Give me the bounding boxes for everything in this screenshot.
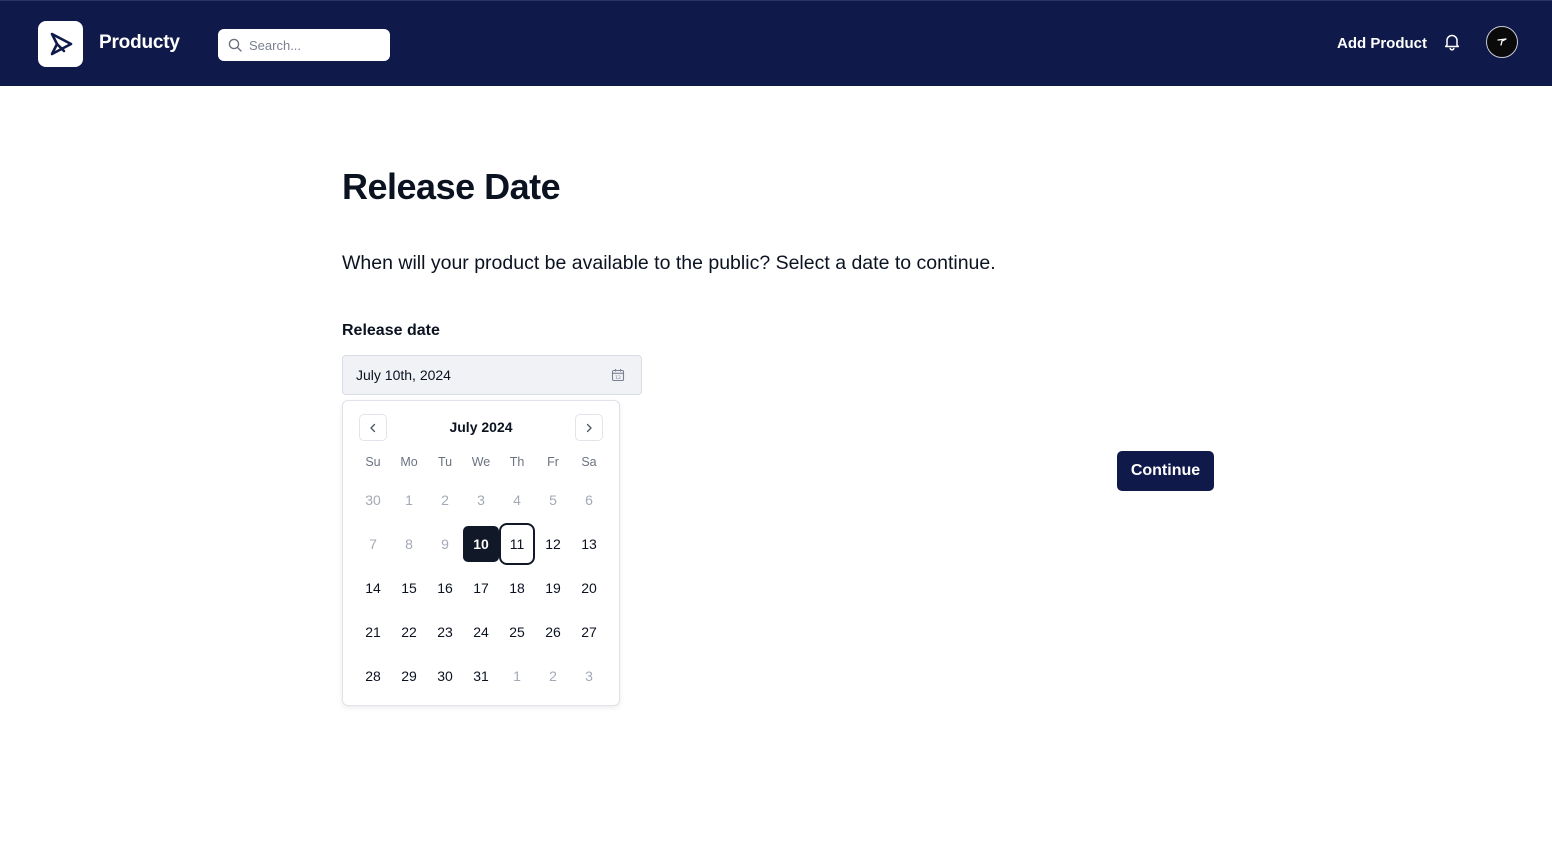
weekday-header: Su Mo Tu We Th Fr Sa: [355, 455, 607, 469]
calendar-day[interactable]: 18: [499, 566, 535, 610]
calendar-day[interactable]: 12: [535, 522, 571, 566]
search-input[interactable]: [249, 37, 379, 53]
calendar-day-number: 30: [365, 492, 381, 508]
search-icon: [228, 38, 242, 52]
calendar-days-grid: 30 1 2 3 4 5 6 7 8 9 10 11 12 13 14 15 16 17 18 19 20 21 22 23 2…: [355, 478, 607, 698]
calendar-day[interactable]: 2: [427, 478, 463, 522]
calendar-day[interactable]: 17: [463, 566, 499, 610]
calendar-day[interactable]: 15: [391, 566, 427, 610]
calendar-day[interactable]: 1: [391, 478, 427, 522]
calendar-day-number: 27: [581, 624, 597, 640]
calendar-day-number: 6: [585, 492, 593, 508]
calendar-day-number: 25: [509, 624, 525, 640]
search-bar[interactable]: [218, 29, 390, 61]
top-navbar: Producty Add Product: [0, 0, 1552, 86]
calendar-day[interactable]: 19: [535, 566, 571, 610]
weekday-label: Fr: [547, 455, 559, 469]
calendar-day[interactable]: 29: [391, 654, 427, 698]
calendar-day-number: 8: [405, 536, 413, 552]
calendar-day[interactable]: 6: [571, 478, 607, 522]
calendar-day[interactable]: 31: [463, 654, 499, 698]
weekday-label: Tu: [437, 455, 453, 469]
calendar-day-number: 30: [437, 668, 453, 684]
page-title: Release Date: [342, 166, 561, 207]
calendar-day-selected[interactable]: 10: [463, 522, 499, 566]
weekday-label: Su: [365, 455, 381, 469]
calendar-day-number: 20: [581, 580, 597, 596]
calendar-day[interactable]: 1: [499, 654, 535, 698]
weekday-label: Sa: [581, 455, 597, 469]
calendar-day-number: 1: [513, 668, 521, 684]
calendar-day[interactable]: 22: [391, 610, 427, 654]
calendar-day-number: 22: [401, 624, 417, 640]
bell-icon[interactable]: [1442, 32, 1462, 52]
release-date-label: Release date: [342, 322, 440, 339]
calendar-day[interactable]: 28: [355, 654, 391, 698]
calendar-day[interactable]: 7: [355, 522, 391, 566]
calendar-day[interactable]: 8: [391, 522, 427, 566]
calendar-day-number: 19: [545, 580, 561, 596]
calendar-day[interactable]: 9: [427, 522, 463, 566]
calendar-day-number: 3: [585, 668, 593, 684]
calendar-day-number: 14: [365, 580, 381, 596]
svg-text:12: 12: [615, 375, 621, 381]
calendar-day[interactable]: 3: [571, 654, 607, 698]
continue-button[interactable]: Continue: [1117, 451, 1214, 491]
calendar-day-number: 2: [549, 668, 557, 684]
weekday-label: We: [471, 455, 491, 469]
logo-icon[interactable]: [38, 21, 83, 67]
calendar-day[interactable]: 14: [355, 566, 391, 610]
calendar-day[interactable]: 11: [499, 522, 535, 566]
add-product-link[interactable]: Add Product: [1337, 35, 1427, 52]
weekday-label: Mo: [400, 455, 418, 469]
release-date-value: July 10th, 2024: [356, 367, 451, 383]
date-picker-calendar: July 2024 Su Mo Tu We Th Fr Sa 30 1 2 3 4 5 6 7 8 9 10 11…: [342, 400, 620, 706]
release-date-field[interactable]: July 10th, 2024 12: [342, 355, 642, 395]
calendar-icon: 12: [611, 369, 625, 382]
page-subtitle: When will your product be available to t…: [342, 252, 996, 274]
calendar-day[interactable]: 3: [463, 478, 499, 522]
calendar-day-number: 5: [549, 492, 557, 508]
calendar-day[interactable]: 25: [499, 610, 535, 654]
calendar-day[interactable]: 4: [499, 478, 535, 522]
calendar-day[interactable]: 30: [427, 654, 463, 698]
calendar-day[interactable]: 30: [355, 478, 391, 522]
calendar-day[interactable]: 5: [535, 478, 571, 522]
calendar-day-number: 2: [441, 492, 449, 508]
calendar-day[interactable]: 26: [535, 610, 571, 654]
calendar-day[interactable]: 23: [427, 610, 463, 654]
calendar-day-number: 13: [581, 536, 597, 552]
calendar-day-number: 9: [441, 536, 449, 552]
calendar-day[interactable]: 27: [571, 610, 607, 654]
calendar-day[interactable]: 20: [571, 566, 607, 610]
calendar-day[interactable]: 24: [463, 610, 499, 654]
calendar-day-number: 23: [437, 624, 453, 640]
calendar-day-number: 7: [369, 536, 377, 552]
calendar-day[interactable]: 2: [535, 654, 571, 698]
calendar-day-number: 17: [473, 580, 489, 596]
calendar-day[interactable]: 21: [355, 610, 391, 654]
weekday-label: Th: [509, 455, 525, 469]
next-month-button[interactable]: [575, 414, 603, 441]
calendar-day-number: 4: [513, 492, 521, 508]
calendar-day-number: 16: [437, 580, 453, 596]
chevron-right-icon: [586, 423, 592, 432]
calendar-day-number: 21: [365, 624, 381, 640]
calendar-day-number: 28: [365, 668, 381, 684]
calendar-day-number: 11: [499, 523, 535, 565]
calendar-day-number: 24: [473, 624, 489, 640]
calendar-day-number: 12: [545, 536, 561, 552]
calendar-day-number: 29: [401, 668, 417, 684]
calendar-day-number: 10: [463, 526, 499, 562]
calendar-day-number: 18: [509, 580, 525, 596]
avatar[interactable]: [1486, 26, 1518, 58]
calendar-day[interactable]: 13: [571, 522, 607, 566]
calendar-day-number: 31: [473, 668, 489, 684]
calendar-day-number: 15: [401, 580, 417, 596]
calendar-day-number: 26: [545, 624, 561, 640]
calendar-day-number: 3: [477, 492, 485, 508]
calendar-day-number: 1: [405, 492, 413, 508]
calendar-day[interactable]: 16: [427, 566, 463, 610]
brand-name[interactable]: Producty: [99, 32, 180, 54]
